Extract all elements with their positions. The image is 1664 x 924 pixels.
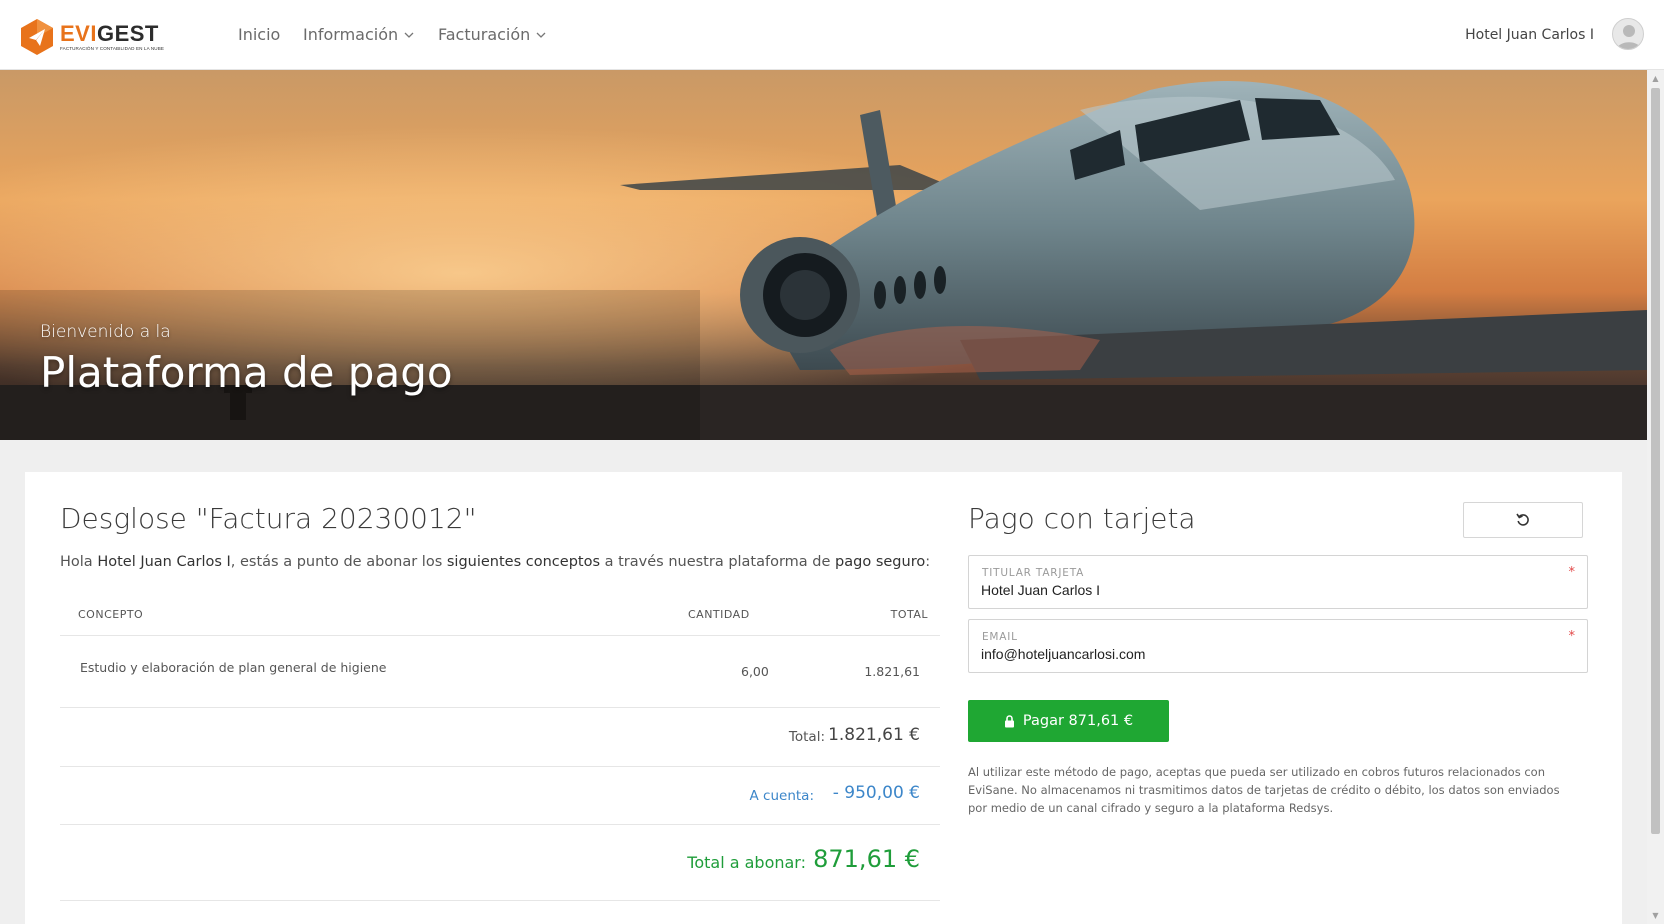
cuenta-label: A cuenta: [749,788,814,804]
abonar-label: Total a abonar: [687,853,806,872]
intro-text: a través nuestra plataforma de [600,554,836,570]
table-header: CONCEPTO CANTIDAD TOTAL [60,606,940,636]
user-name[interactable]: Hotel Juan Carlos I [1465,27,1594,43]
email-input[interactable] [981,646,1561,662]
user-avatar-icon[interactable] [1612,18,1644,50]
scroll-up-arrow-icon[interactable]: ▲ [1651,74,1660,83]
nav-inicio[interactable]: Inicio [238,25,280,44]
intro-client-name: Hotel Juan Carlos I [97,554,231,570]
breakdown-title: Desglose "Factura 20230012" [60,502,477,535]
brand-tagline: FACTURACIÓN Y CONTABILIDAD EN LA NUBE [60,45,165,51]
hero-title: Plataforma de pago [40,348,453,397]
abonar-value: 871,61 € [813,845,920,873]
email-field[interactable]: EMAIL * [968,619,1588,673]
total-value: 1.821,61 € [828,725,920,745]
col-concepto: CONCEPTO [78,608,144,621]
brand-name-part1: EVI [60,20,97,46]
hero-subtitle: Bienvenido a la [40,322,171,342]
brand-name-part2: GEST [96,20,159,46]
cuenta-value: - 950,00 € [832,783,920,803]
nav-informacion-label: Información [303,25,399,44]
nav-inicio-label: Inicio [238,25,281,44]
payment-disclaimer: Al utilizar este método de pago, aceptas… [968,765,1560,815]
required-mark: * [1568,629,1576,644]
col-cantidad: CANTIDAD [688,608,750,621]
evigest-logo[interactable]: EVIGEST FACTURACIÓN Y CONTABILIDAD EN LA… [20,18,164,56]
card-holder-field[interactable]: TITULAR TARJETA * [968,555,1588,609]
refresh-button[interactable] [1463,502,1583,538]
top-navbar: EVIGEST FACTURACIÓN Y CONTABILIDAD EN LA… [0,0,1664,70]
nav-informacion[interactable]: Información [303,25,414,44]
card-holder-input[interactable] [981,582,1561,598]
table-row: Estudio y elaboración de plan general de… [60,636,940,708]
intro-text: : [925,554,931,570]
intro-text: Hola [60,554,98,570]
page-scrollbar[interactable]: ▲ ▼ [1647,70,1664,924]
breakdown-intro: Hola Hotel Juan Carlos I, estás a punto … [60,554,930,570]
intro-concepts: siguientes conceptos [446,554,601,570]
total-label: Total: [788,729,825,745]
total-row: Total: 1.821,61 € [60,708,940,767]
card-holder-label: TITULAR TARJETA [982,567,1085,579]
row-cantidad: 6,00 [741,664,769,679]
scroll-down-arrow-icon[interactable]: ▼ [1651,911,1660,920]
cuenta-row: A cuenta: - 950,00 € [60,767,940,825]
lock-icon [1004,714,1014,727]
chevron-down-icon [404,32,414,38]
nav-facturacion-label: Facturación [438,25,531,44]
pay-button-label: Pagar 871,61 € [1022,713,1134,729]
refresh-icon [1516,513,1529,526]
row-total: 1.821,61 [864,664,920,679]
intro-text: , estás a punto de abonar los [230,554,447,570]
scroll-thumb[interactable] [1651,88,1660,834]
logo-hex-icon [20,18,54,56]
chevron-down-icon [536,32,546,38]
payment-title: Pago con tarjeta [968,502,1196,535]
hero-banner: Bienvenido a la Plataforma de pago [0,70,1647,440]
required-mark: * [1568,565,1576,580]
intro-secure-payment: pago seguro [835,554,926,570]
nav-facturacion[interactable]: Facturación [438,25,546,44]
email-label: EMAIL [982,631,1018,643]
abonar-row: Total a abonar: 871,61 € [60,825,940,901]
row-concepto: Estudio y elaboración de plan general de… [80,660,387,675]
payment-card: Desglose "Factura 20230012" Hola Hotel J… [25,472,1622,924]
col-total: TOTAL [890,608,928,621]
pay-button[interactable]: Pagar 871,61 € [968,700,1169,742]
